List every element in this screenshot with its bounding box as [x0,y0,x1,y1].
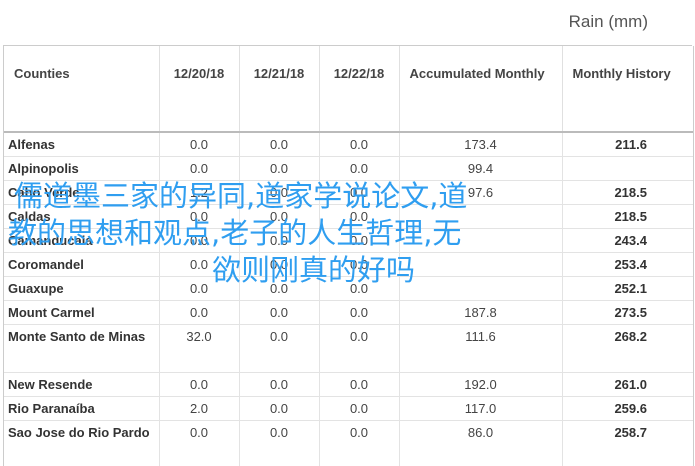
column-header-counties[interactable]: Counties [4,46,160,133]
county-cell: Camanducaia [4,228,160,253]
rain-day-3-cell: 0.0 [319,300,400,325]
monthly-history-cell: 259.6 [562,396,693,421]
table-header-row: Counties 12/20/18 12/21/18 12/22/18 Accu… [4,46,693,133]
table-row: Coromandel 0.0 0.0 0.0 253.4 [4,252,693,277]
table-row: Alpinopolis 0.0 0.0 0.0 99.4 [4,156,693,181]
rain-day-2-cell: 0.0 [239,156,320,181]
rain-day-3-cell: 0.0 [319,324,400,373]
table-row: Caldas 0.0 0.0 0.0 218.5 [4,204,693,229]
rain-day-1-cell: 1.2 [159,180,240,205]
accumulated-monthly-cell: 187.8 [399,300,563,325]
column-header-date-3[interactable]: 12/22/18 [319,46,400,133]
monthly-history-cell [562,156,693,181]
county-cell: Sao Jose do Rio Pardo [4,420,160,466]
column-header-date-2[interactable]: 12/21/18 [239,46,320,133]
table-row: Alfenas 0.0 0.0 0.0 173.4 211.6 [4,132,693,157]
county-cell: Mount Carmel [4,300,160,325]
rain-day-1-cell: 0.0 [159,204,240,229]
monthly-history-cell: 261.0 [562,372,693,397]
accumulated-monthly-cell: 173.4 [399,132,563,157]
table-row: Rio Paranaíba 2.0 0.0 0.0 117.0 259.6 [4,396,693,421]
column-header-monthly-history[interactable]: Monthly History [562,46,693,133]
accumulated-monthly-cell: 99.4 [399,156,563,181]
rain-day-3-cell: 0.0 [319,180,400,205]
rain-day-3-cell: 0.0 [319,156,400,181]
accumulated-monthly-cell: 117.0 [399,396,563,421]
column-header-accumulated-monthly[interactable]: Accumulated Monthly [399,46,563,133]
rainfall-panel: Rain (mm) Counties 12/20/18 12/21/18 12/… [0,0,695,466]
table-row: Cabo Verde 1.2 0.0 0.0 97.6 218.5 [4,180,693,205]
column-header-date-1[interactable]: 12/20/18 [159,46,240,133]
monthly-history-cell: 218.5 [562,180,693,205]
rainfall-table-container[interactable]: Counties 12/20/18 12/21/18 12/22/18 Accu… [3,46,694,466]
rain-day-2-cell: 0.0 [239,180,320,205]
monthly-history-cell: 252.1 [562,276,693,301]
rain-day-1-cell: 0.0 [159,252,240,277]
rain-day-1-cell: 0.0 [159,156,240,181]
rain-day-1-cell: 0.0 [159,420,240,466]
rain-day-2-cell: 0.0 [239,276,320,301]
rain-day-3-cell: 0.0 [319,420,400,466]
county-cell: Monte Santo de Minas [4,324,160,373]
rain-day-2-cell: 0.0 [239,324,320,373]
rain-day-3-cell: 0.0 [319,228,400,253]
monthly-history-cell: 211.6 [562,132,693,157]
accumulated-monthly-cell [399,276,563,301]
table-row: Guaxupe 0.0 0.0 0.0 252.1 [4,276,693,301]
table-row: Sao Jose do Rio Pardo 0.0 0.0 0.0 86.0 258.7 [4,420,693,466]
rain-day-2-cell: 0.0 [239,252,320,277]
table-row: New Resende 0.0 0.0 0.0 192.0 261.0 [4,372,693,397]
monthly-history-cell: 273.5 [562,300,693,325]
rain-day-1-cell: 0.0 [159,132,240,157]
table-row: Monte Santo de Minas 32.0 0.0 0.0 111.6 268.2 [4,324,693,373]
rain-day-2-cell: 0.0 [239,372,320,397]
rain-day-1-cell: 32.0 [159,324,240,373]
county-cell: Caldas [4,204,160,229]
accumulated-monthly-cell [399,204,563,229]
unit-header: Rain (mm) [3,0,692,46]
county-cell: Alfenas [4,132,160,157]
table-body: Alfenas 0.0 0.0 0.0 173.4 211.6 Alpinopolis 0.0… [4,132,693,466]
rain-day-3-cell: 0.0 [319,372,400,397]
county-cell: New Resende [4,372,160,397]
rain-day-2-cell: 0.0 [239,132,320,157]
county-cell: Cabo Verde [4,180,160,205]
rain-day-3-cell: 0.0 [319,396,400,421]
county-cell: Rio Paranaíba [4,396,160,421]
monthly-history-cell: 268.2 [562,324,693,373]
rain-day-1-cell: 0.0 [159,276,240,301]
rain-day-1-cell: 0.0 [159,300,240,325]
table-row: Mount Carmel 0.0 0.0 0.0 187.8 273.5 [4,300,693,325]
rain-day-3-cell: 0.0 [319,276,400,301]
rainfall-table: Counties 12/20/18 12/21/18 12/22/18 Accu… [4,46,693,466]
rain-day-2-cell: 0.0 [239,300,320,325]
rain-day-2-cell: 0.0 [239,396,320,421]
accumulated-monthly-cell: 97.6 [399,180,563,205]
rain-day-1-cell: 0.0 [159,372,240,397]
table-row: Camanducaia 0.0 0.0 0.0 243.4 [4,228,693,253]
rain-day-2-cell: 0.0 [239,420,320,466]
rain-day-1-cell: 2.0 [159,396,240,421]
monthly-history-cell: 258.7 [562,420,693,466]
rain-day-3-cell: 0.0 [319,252,400,277]
county-cell: Alpinopolis [4,156,160,181]
unit-label: Rain (mm) [568,12,648,31]
accumulated-monthly-cell: 192.0 [399,372,563,397]
monthly-history-cell: 218.5 [562,204,693,229]
rain-day-1-cell: 0.0 [159,228,240,253]
accumulated-monthly-cell [399,228,563,253]
monthly-history-cell: 253.4 [562,252,693,277]
county-cell: Guaxupe [4,276,160,301]
county-cell: Coromandel [4,252,160,277]
rain-day-2-cell: 0.0 [239,228,320,253]
accumulated-monthly-cell: 111.6 [399,324,563,373]
rain-day-2-cell: 0.0 [239,204,320,229]
accumulated-monthly-cell [399,252,563,277]
monthly-history-cell: 243.4 [562,228,693,253]
rain-day-3-cell: 0.0 [319,132,400,157]
rain-day-3-cell: 0.0 [319,204,400,229]
accumulated-monthly-cell: 86.0 [399,420,563,466]
